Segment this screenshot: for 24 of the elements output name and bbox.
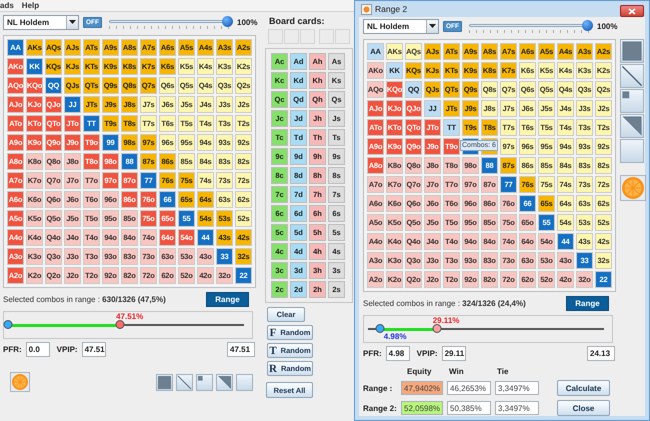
pfr-label: PFR:: [3, 345, 22, 354]
tie-field: 3,3497%: [495, 381, 539, 395]
percent-label: 47.51%: [116, 312, 144, 321]
vpip-label: VPIP:: [56, 345, 78, 354]
percent-label: 100%: [597, 22, 618, 31]
percent-label: 4.98%: [384, 332, 406, 341]
win-field: 46,2653%: [447, 381, 491, 395]
window-title: Range 2: [375, 4, 408, 14]
column-header: Tie: [496, 367, 510, 376]
column-header: Win: [448, 367, 465, 376]
pfr-label: PFR:: [363, 349, 382, 358]
combos-summary: Selected combos in range : 630/1326 (47,5%): [3, 295, 166, 304]
vpip-label: VPIP:: [416, 349, 438, 358]
equity-field: 52,0598%: [401, 401, 443, 415]
board-title: Board cards:: [269, 16, 326, 27]
percent-label: 100%: [237, 18, 258, 27]
percent-label: 29.11%: [432, 316, 460, 325]
equity-field: 47,9402%: [401, 381, 443, 395]
win-field: 50,385%: [447, 401, 491, 415]
combos-summary: Selected combos in range : 324/1326 (24,4%): [363, 299, 526, 308]
tie-field: 3,3497%: [495, 401, 539, 415]
column-header: Equity: [406, 367, 432, 376]
row-label: Range :: [363, 384, 394, 392]
row-label: Range 2:: [363, 404, 397, 412]
